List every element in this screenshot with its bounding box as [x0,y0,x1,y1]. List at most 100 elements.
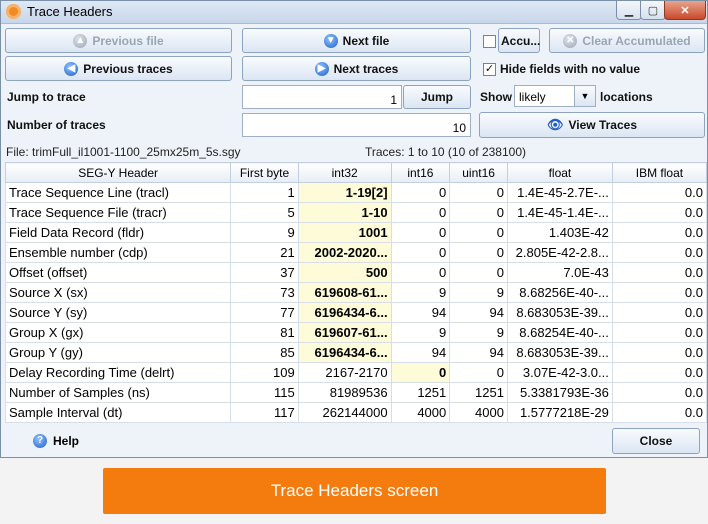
value-cell: 0.0 [611,242,708,263]
view-traces-label: View Traces [568,118,638,132]
value-cell: 0.0 [611,222,708,243]
close-window-button[interactable]: ✕ [664,1,706,20]
value-cell: 0.0 [611,322,708,343]
value-cell: 115 [230,382,299,403]
number-of-traces-input[interactable] [242,113,471,137]
jump-to-trace-input[interactable] [242,85,402,109]
header-name-cell: Ensemble number (cdp) [4,242,232,263]
value-cell: 6196434-6... [297,342,392,363]
value-cell: 0.0 [611,342,708,363]
value-cell: 117 [230,402,299,423]
value-cell: 3.07E-42-3.0... [506,362,613,383]
up-arrow-icon: ▲ [73,33,88,48]
view-traces-button[interactable]: 👁 View Traces [479,112,705,138]
value-cell: 9 [449,282,508,303]
column-header[interactable]: int32 [297,162,392,183]
table-row[interactable]: Ensemble number (cdp) 21 2002-2020... 0 0 2.8… [4,242,708,263]
locations-label: locations [600,90,653,104]
value-cell: 0.0 [611,182,708,203]
column-header[interactable]: IBM float [611,162,708,183]
jump-to-trace-label: Jump to trace [7,90,86,104]
next-traces-button[interactable]: ▶ Next traces [242,56,471,81]
header-name-cell: Delay Recording Time (delrt) [4,362,232,383]
header-name-cell: Trace Sequence Line (tracl) [4,182,232,203]
value-cell: 0.0 [611,302,708,323]
table-row[interactable]: Offset (offset) 37 500 0 0 7.0E-43 0.0 [4,262,708,283]
value-cell: 2167-2170 [297,362,392,383]
cancel-icon: ✕ [563,33,578,48]
table-row[interactable]: Sample Interval (dt) 117 262144000 4000 4000… [4,402,708,423]
hide-fields-label: Hide fields with no value [500,62,641,76]
value-cell: 8.683053E-39... [506,302,613,323]
value-cell: 9 [230,222,299,243]
value-cell: 500 [297,262,392,283]
maximize-button[interactable]: ▢ [640,1,666,20]
show-select-value: likely [519,90,546,104]
table-row[interactable]: Delay Recording Time (delrt) 109 2167-2170… [4,362,708,383]
previous-file-button[interactable]: ▲ Previous file [5,28,232,53]
table-row[interactable]: Source X (sx) 73 619608-61... 9 9 8.68256E-40… [4,282,708,303]
number-of-traces-label: Number of traces [7,118,106,132]
value-cell: 5.3381793E-36 [506,382,613,403]
hide-fields-checkbox[interactable]: ✓ [483,63,496,76]
table-row[interactable]: Field Data Record (fldr) 9 1001 0 0 1.403E-42… [4,222,708,243]
trace-headers-table: SEG-Y Header First byte int32 int16 uint16 fl… [4,162,708,423]
help-icon: ? [33,434,47,448]
value-cell: 77 [230,302,299,323]
dialog-client: ▲ Previous file ▼ Next file Accu... ✕ Cl… [1,24,708,457]
left-arrow-icon: ◀ [64,61,79,76]
table-row[interactable]: Trace Sequence File (tracr) 5 1-10 0 0 1.4E-4… [4,202,708,223]
value-cell: 0 [390,182,451,203]
table-row[interactable]: Group Y (gy) 85 6196434-6... 94 94 8.683053E-… [4,342,708,363]
table-row[interactable]: Trace Sequence Line (tracl) 1 1-19[2] 0 0 1.4… [4,182,708,203]
table-row[interactable]: Source Y (sy) 77 6196434-6... 94 94 8.683053E… [4,302,708,323]
value-cell: 619608-61... [297,282,392,303]
value-cell: 0.0 [611,282,708,303]
header-name-cell: Trace Sequence File (tracr) [4,202,232,223]
value-cell: 9 [449,322,508,343]
next-file-button[interactable]: ▼ Next file [242,28,471,53]
show-select[interactable]: likely ▼ [514,85,596,107]
next-traces-label: Next traces [333,61,399,76]
value-cell: 4000 [449,402,508,423]
column-header[interactable]: float [506,162,613,183]
show-label: Show [480,90,512,104]
value-cell: 109 [230,362,299,383]
file-name-status: File: trimFull_il1001-1100_25mx25m_5s.sg… [6,145,241,159]
value-cell: 0.0 [611,362,708,383]
column-header[interactable]: SEG-Y Header [4,162,232,183]
value-cell: 85 [230,342,299,363]
accumulate-button[interactable]: Accu... [498,28,540,53]
column-header[interactable]: First byte [230,162,299,183]
clear-accumulated-button[interactable]: ✕ Clear Accumulated [549,28,705,53]
value-cell: 4000 [390,402,451,423]
value-cell: 2.805E-42-2.8... [506,242,613,263]
jump-button[interactable]: Jump [403,85,471,109]
value-cell: 0 [390,202,451,223]
column-header[interactable]: uint16 [449,162,508,183]
value-cell: 2002-2020... [297,242,392,263]
column-header[interactable]: int16 [390,162,451,183]
previous-traces-label: Previous traces [83,61,173,76]
previous-traces-button[interactable]: ◀ Previous traces [5,56,232,81]
down-arrow-icon: ▼ [323,33,338,48]
table-row[interactable]: Number of Samples (ns) 115 81989536 1251 125… [4,382,708,403]
value-cell: 619607-61... [297,322,392,343]
trace-headers-window: Trace Headers ▁ ▢ ✕ ▲ Previous file ▼ Ne… [0,0,708,458]
value-cell: 1-19[2] [297,182,392,203]
banner-text: Trace Headers screen [270,481,439,500]
accumulate-checkbox[interactable] [483,35,496,48]
screen-caption-banner: Trace Headers screen [103,468,606,514]
eye-icon: 👁 [546,117,564,132]
value-cell: 0.0 [611,402,708,423]
close-button[interactable]: Close [612,428,700,454]
value-cell: 0 [390,362,451,383]
help-button[interactable]: ? Help [33,434,79,448]
header-name-cell: Number of Samples (ns) [4,382,232,403]
minimize-button[interactable]: ▁ [616,1,642,20]
value-cell: 81989536 [297,382,392,403]
header-name-cell: Field Data Record (fldr) [4,222,232,243]
table-row[interactable]: Group X (gx) 81 619607-61... 9 9 8.68254E-40-… [4,322,708,343]
value-cell: 1.4E-45-2.7E-... [506,182,613,203]
value-cell: 0 [449,182,508,203]
